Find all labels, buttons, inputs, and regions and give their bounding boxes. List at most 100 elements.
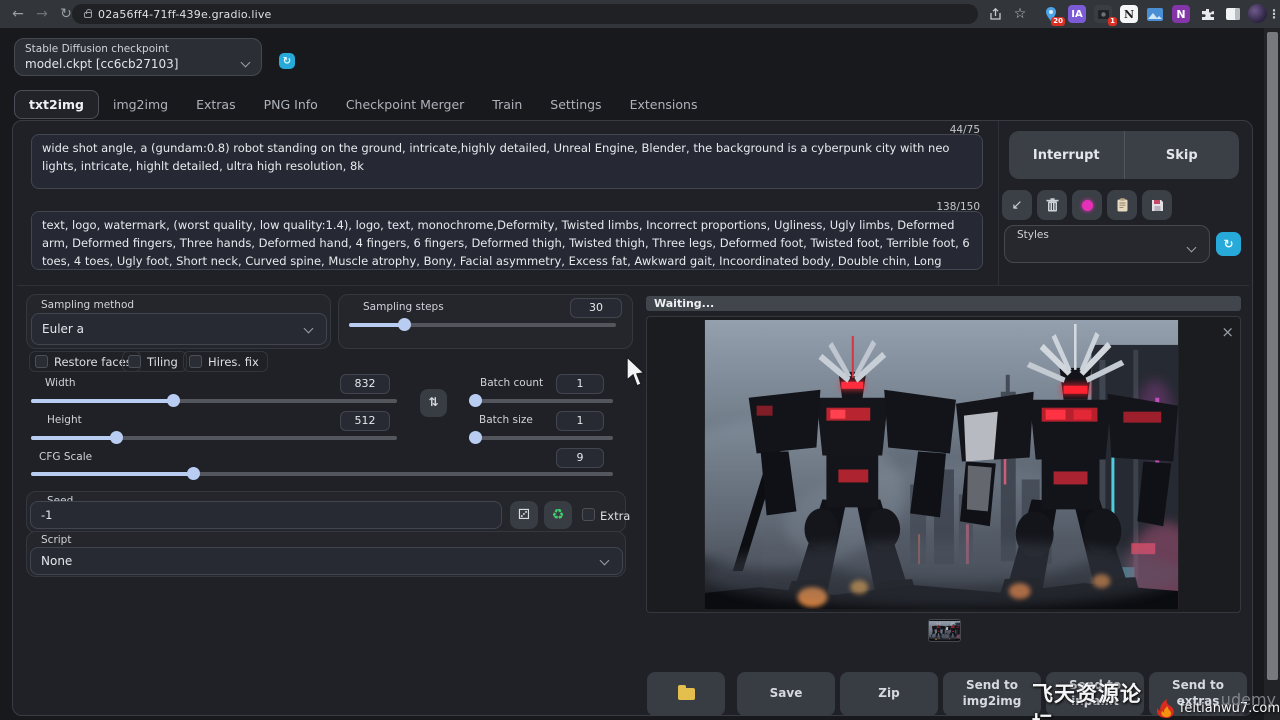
extra-seed-checkbox[interactable] <box>582 508 595 521</box>
onenote-extension-icon[interactable]: N <box>1172 5 1190 23</box>
txt2img-panel: 44/75 wide shot angle, a (gundam:0.8) ro… <box>12 120 1253 716</box>
batch-count-slider[interactable] <box>469 399 613 403</box>
seed-block: Seed ⚂ ♻ Extra <box>26 491 626 533</box>
checkpoint-refresh-button[interactable]: ↻ <box>279 53 295 69</box>
generated-image[interactable] <box>704 320 1179 609</box>
open-folder-button[interactable] <box>647 672 725 716</box>
sampling-steps-input[interactable]: 30 <box>570 298 622 318</box>
recycle-icon[interactable]: ♻ <box>544 501 572 529</box>
wallpaper-extension-icon[interactable] <box>1146 5 1164 23</box>
tab-bar: txt2img img2img Extras PNG Info Checkpoi… <box>14 90 711 118</box>
send-to-img2img-button[interactable]: Send to img2img <box>943 672 1041 716</box>
trash-icon[interactable] <box>1037 190 1067 220</box>
height-label: Height <box>47 414 82 426</box>
hires-fix-label: Hires. fix <box>208 355 259 369</box>
hires-fix-checkbox[interactable]: Hires. fix <box>183 351 268 372</box>
dice-icon[interactable]: ⚂ <box>510 501 538 529</box>
sampling-steps-label: Sampling steps <box>363 301 444 313</box>
script-block: Script None <box>26 531 626 577</box>
checkbox-icon <box>35 355 48 368</box>
chevron-down-icon <box>600 556 610 566</box>
batch-size-slider[interactable] <box>469 436 613 440</box>
arrow-paste-icon[interactable]: ↙ <box>1002 190 1032 220</box>
palette-icon[interactable] <box>1072 190 1102 220</box>
back-icon[interactable]: ← <box>8 3 28 25</box>
watermark-forum-text: 飞天资源论坛 <box>1032 678 1152 720</box>
address-bar[interactable]: 02a56ff4-71ff-439e.gradio.live <box>72 4 978 24</box>
interrupt-button[interactable]: Interrupt <box>1009 131 1125 179</box>
cfg-scale-input[interactable]: 9 <box>556 448 604 468</box>
divider <box>17 285 1249 286</box>
styles-dropdown[interactable]: Styles <box>1004 225 1210 263</box>
styles-refresh-button[interactable]: ↻ <box>1216 232 1241 256</box>
pin-extension-icon[interactable]: 20 <box>1042 5 1060 23</box>
negative-prompt-textarea[interactable]: text, logo, watermark, (worst quality, l… <box>31 211 983 270</box>
page-scrollbar[interactable] <box>1264 28 1280 720</box>
tab-train[interactable]: Train <box>478 91 536 118</box>
script-value: None <box>41 554 72 568</box>
output-gallery: × <box>646 316 1241 613</box>
chevron-down-icon <box>1187 243 1197 253</box>
checkpoint-label: Stable Diffusion checkpoint <box>25 43 169 55</box>
flame-icon <box>1154 697 1178 719</box>
tab-txt2img[interactable]: txt2img <box>14 90 99 119</box>
width-label: Width <box>45 377 76 389</box>
swap-dimensions-button[interactable]: ⇅ <box>420 389 447 417</box>
checkpoint-value: model.ckpt [cc6cb27103] <box>25 57 178 71</box>
batch-count-input[interactable]: 1 <box>556 374 604 394</box>
zip-button[interactable]: Zip <box>840 672 938 716</box>
extensions-puzzle-icon[interactable] <box>1198 5 1216 23</box>
batch-size-input[interactable]: 1 <box>556 411 604 431</box>
share-icon[interactable] <box>986 5 1004 23</box>
ia-extension-icon[interactable]: IA <box>1068 5 1086 23</box>
tiling-label: Tiling <box>147 355 178 369</box>
batch-count-label: Batch count <box>480 377 543 389</box>
run-button-group: Interrupt Skip <box>1009 131 1239 179</box>
forward-icon[interactable]: → <box>32 3 52 25</box>
screenshot-extension-icon[interactable]: 1 <box>1094 5 1112 23</box>
browser-toolbar: ← → ↻ 02a56ff4-71ff-439e.gradio.live ☆ 2… <box>0 0 1280 28</box>
sampling-method-block: Sampling method Euler a <box>26 294 331 349</box>
browser-menu-icon[interactable]: ⋮ <box>1270 5 1278 23</box>
tab-png-info[interactable]: PNG Info <box>250 91 332 118</box>
save-style-icon[interactable] <box>1142 190 1172 220</box>
folder-icon <box>678 688 695 700</box>
sampling-steps-slider[interactable] <box>349 323 616 327</box>
checkbox-icon <box>189 355 202 368</box>
batch-size-label: Batch size <box>479 414 533 426</box>
chevron-down-icon <box>304 324 314 334</box>
script-select[interactable]: None <box>30 547 623 575</box>
save-button[interactable]: Save <box>737 672 835 716</box>
tab-extensions[interactable]: Extensions <box>616 91 712 118</box>
notion-extension-icon[interactable]: N <box>1120 5 1138 23</box>
tab-settings[interactable]: Settings <box>536 91 615 118</box>
close-icon[interactable]: × <box>1221 325 1234 340</box>
prompt-textarea[interactable]: wide shot angle, a (gundam:0.8) robot st… <box>31 134 983 189</box>
cfg-scale-slider[interactable] <box>31 472 613 476</box>
sampling-method-select[interactable]: Euler a <box>31 313 327 345</box>
tiling-checkbox[interactable]: Tiling <box>122 351 187 372</box>
chevron-down-icon <box>241 58 251 68</box>
divider <box>998 121 999 286</box>
height-input[interactable]: 512 <box>340 411 390 431</box>
skip-button[interactable]: Skip <box>1125 131 1240 179</box>
checkpoint-dropdown[interactable]: Stable Diffusion checkpoint model.ckpt [… <box>14 38 262 76</box>
width-slider[interactable] <box>31 399 397 403</box>
seed-input[interactable] <box>30 501 502 529</box>
profile-avatar[interactable] <box>1248 4 1267 23</box>
width-input[interactable]: 832 <box>340 374 390 394</box>
tab-checkpoint-merger[interactable]: Checkpoint Merger <box>332 91 478 118</box>
extra-seed-label: Extra <box>600 509 630 523</box>
script-label: Script <box>41 534 71 546</box>
checkbox-icon <box>128 355 141 368</box>
height-slider[interactable] <box>31 436 397 440</box>
gallery-thumbnail[interactable] <box>928 619 961 642</box>
tab-img2img[interactable]: img2img <box>99 91 182 118</box>
bookmark-star-icon[interactable]: ☆ <box>1011 5 1029 23</box>
url-text: 02a56ff4-71ff-439e.gradio.live <box>98 8 272 21</box>
tab-extras[interactable]: Extras <box>182 91 250 118</box>
sampling-steps-block: Sampling steps 30 <box>338 294 633 349</box>
scrollbar-thumb[interactable] <box>1267 32 1278 680</box>
sidebar-extension-icon[interactable] <box>1224 5 1242 23</box>
clipboard-icon[interactable] <box>1107 190 1137 220</box>
